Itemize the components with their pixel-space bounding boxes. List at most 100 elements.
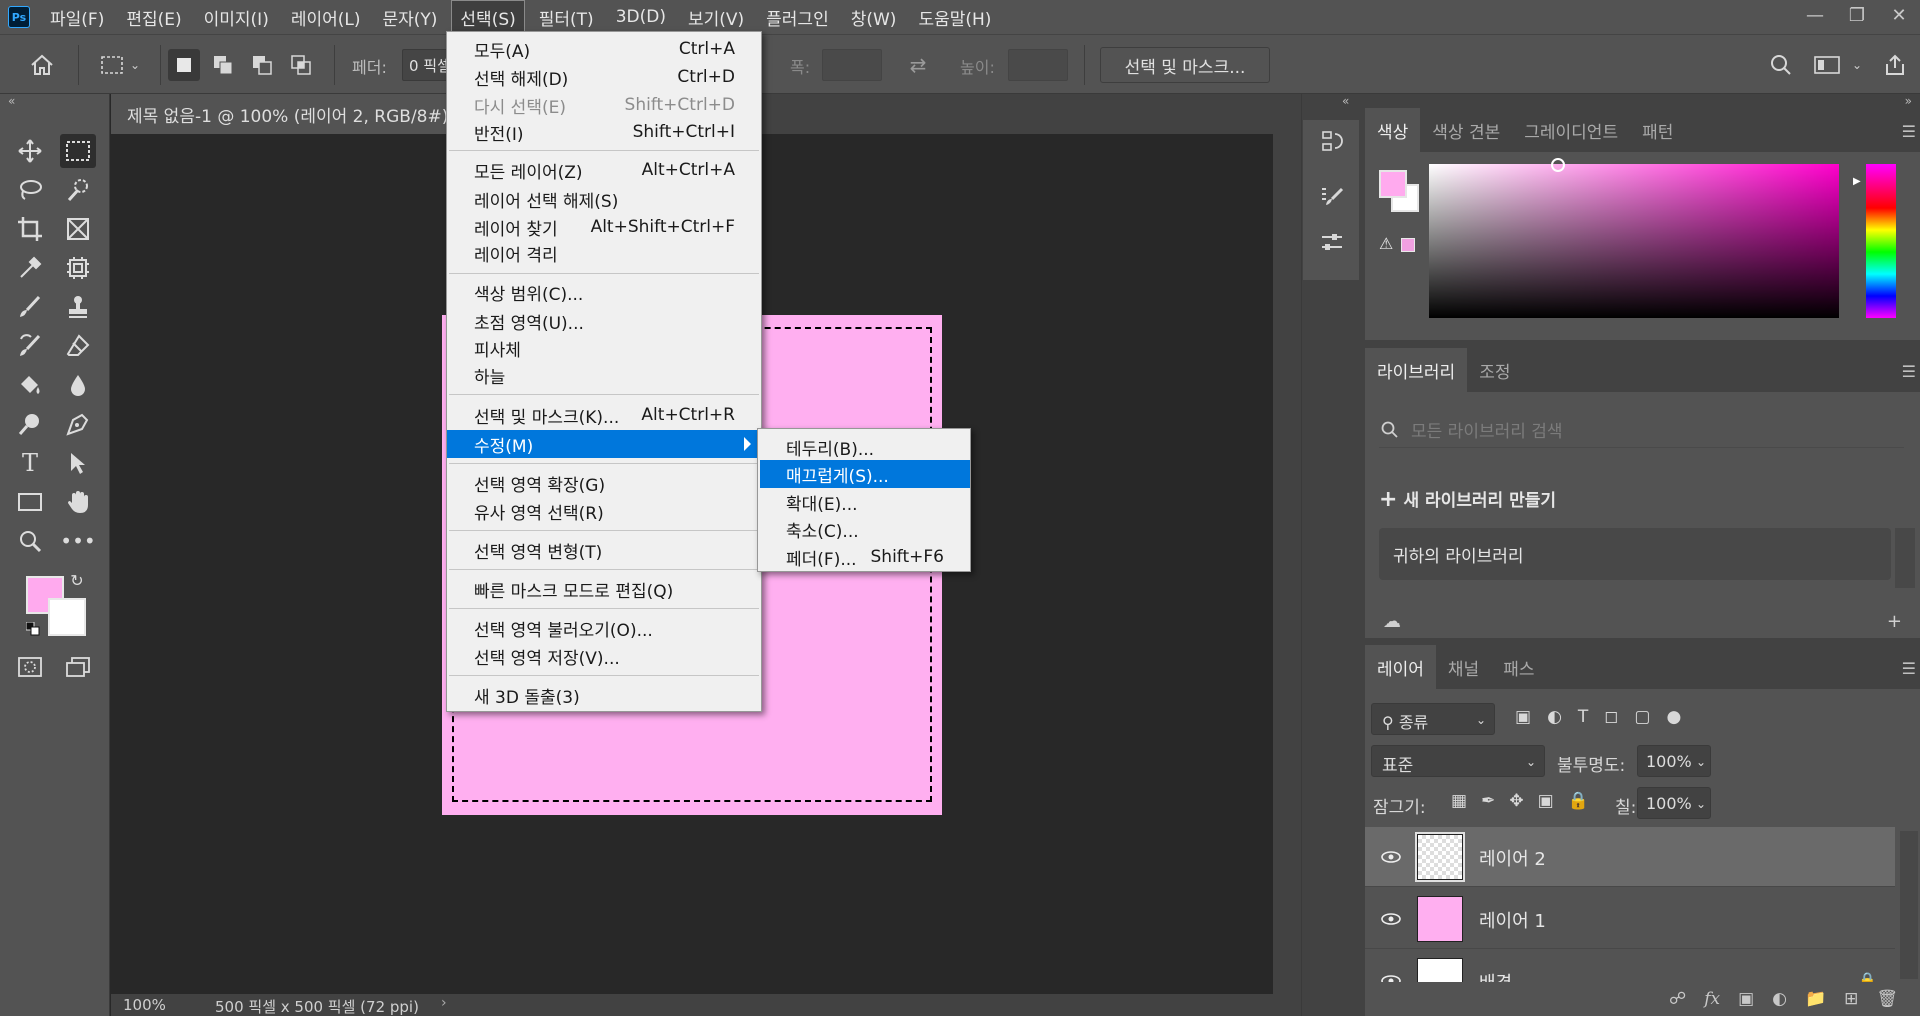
intersect-selection-icon[interactable] [285, 49, 317, 81]
adjustment-layer-icon[interactable]: ◐ [1772, 989, 1787, 1009]
color-foreground-swatch[interactable] [1379, 170, 1407, 198]
hue-marker-icon[interactable]: ▶ [1853, 176, 1861, 187]
layer-row[interactable]: 배경 🔒 [1365, 951, 1895, 983]
color-picker-field[interactable] [1429, 158, 1839, 318]
menu-item-all[interactable]: 모두(A) Ctrl+A [447, 35, 761, 63]
menu-file[interactable]: 파일(F) [42, 1, 112, 34]
brush-settings-panel-icon[interactable] [1317, 182, 1347, 212]
menu-item-sky[interactable]: 하늘 [447, 361, 761, 389]
filter-adjustment-icon[interactable]: ◐ [1547, 707, 1562, 727]
menu-item-deselect-layers[interactable]: 레이어 선택 해제(S) [447, 185, 761, 213]
fill-input[interactable]: 100% ⌄ [1637, 787, 1711, 819]
zoom-level[interactable]: 100% [123, 996, 166, 1014]
layers-scrollbar[interactable] [1900, 831, 1918, 979]
lock-position-icon[interactable]: ✥ [1509, 791, 1523, 811]
tab-patterns[interactable]: 패턴 [1630, 108, 1685, 152]
menu-item-reselect[interactable]: 다시 선택(E) Shift+Ctrl+D [447, 91, 761, 119]
rect-marquee-tool-icon[interactable] [60, 134, 96, 168]
swap-colors-icon[interactable]: ↻ [66, 570, 88, 590]
menu-item-transform-selection[interactable]: 선택 영역 변형(T) [447, 536, 761, 564]
menu-item-focus-area[interactable]: 초점 영역(U)... [447, 307, 761, 335]
fx-icon[interactable]: fx [1704, 989, 1720, 1009]
menu-item-select-and-mask[interactable]: 선택 및 마스크(K)... Alt+Ctrl+R [447, 401, 761, 429]
layer-filter-dropdown[interactable]: ⚲ 종류 ⌄ [1371, 703, 1495, 735]
submenu-item-feather[interactable]: 페더(F)... Shift+F6 [758, 543, 970, 571]
menu-select[interactable]: 선택(S) [451, 0, 525, 35]
hand-tool-icon[interactable] [60, 485, 96, 519]
filter-shape-icon[interactable]: ◻ [1604, 707, 1618, 727]
filter-type-icon[interactable]: T [1578, 707, 1588, 727]
group-folder-icon[interactable]: 📁 [1805, 989, 1826, 1009]
gamut-swatch[interactable] [1401, 238, 1415, 252]
paint-bucket-tool-icon[interactable] [12, 368, 48, 402]
dodge-tool-icon[interactable] [12, 407, 48, 441]
menu-image[interactable]: 이미지(I) [196, 1, 277, 34]
menu-item-similar[interactable]: 유사 영역 선택(R) [447, 497, 761, 525]
subtract-from-selection-icon[interactable] [246, 49, 278, 81]
menu-help[interactable]: 도움말(H) [910, 1, 999, 34]
path-selection-tool-icon[interactable] [60, 446, 96, 480]
new-selection-icon[interactable] [168, 49, 200, 81]
tab-libraries[interactable]: 라이브러리 [1365, 348, 1468, 392]
background-color-swatch[interactable] [48, 598, 86, 636]
default-colors-icon[interactable] [24, 620, 42, 638]
screen-mode-icon[interactable] [60, 650, 96, 684]
blend-mode-dropdown[interactable]: 표준 ⌄ [1371, 745, 1545, 777]
eye-icon[interactable] [1379, 909, 1403, 929]
create-library-button[interactable]: + 새 라이브러리 만들기 [1379, 486, 1556, 512]
width-input[interactable] [822, 49, 882, 81]
crop-tool-icon[interactable] [12, 212, 48, 246]
filter-toggle-icon[interactable]: ● [1666, 707, 1681, 727]
menu-item-all-layers[interactable]: 모든 레이어(Z) Alt+Ctrl+A [447, 156, 761, 184]
menu-item-modify[interactable]: 수정(M) [447, 430, 761, 458]
tab-paths[interactable]: 패스 [1491, 645, 1546, 689]
menu-item-inverse[interactable]: 반전(I) Shift+Ctrl+I [447, 118, 761, 146]
tab-swatches[interactable]: 색상 견본 [1420, 108, 1512, 152]
expand-panels-icon[interactable]: « [1342, 94, 1349, 108]
frame-border-tool-icon[interactable] [60, 251, 96, 285]
lock-all-icon[interactable]: 🔒 [1568, 791, 1589, 811]
marquee-preset-icon[interactable] [92, 47, 132, 83]
menu-filter[interactable]: 필터(T) [531, 1, 602, 34]
picker-cursor[interactable] [1551, 158, 1565, 172]
height-input[interactable] [1008, 49, 1068, 81]
menu-plugins[interactable]: 플러그인 [758, 1, 837, 34]
minimize-icon[interactable]: — [1794, 0, 1836, 30]
restore-icon[interactable]: ❐ [1836, 0, 1878, 30]
lock-transparent-icon[interactable]: ▦ [1451, 791, 1467, 811]
collapse-right-panels-icon[interactable]: » [1905, 94, 1912, 108]
menu-item-save-selection[interactable]: 선택 영역 저장(V)... [447, 642, 761, 670]
menu-type[interactable]: 문자(Y) [374, 1, 445, 34]
add-to-selection-icon[interactable] [207, 49, 239, 81]
canvas-scrollbar[interactable] [1273, 134, 1301, 994]
layer-row[interactable]: 레이어 1 [1365, 889, 1895, 949]
tab-color[interactable]: 색상 [1365, 108, 1421, 152]
lasso-tool-icon[interactable] [12, 173, 48, 207]
properties-panel-icon[interactable] [1317, 228, 1347, 258]
eraser-tool-icon[interactable] [60, 329, 96, 363]
library-search-field[interactable]: 모든 라이브러리 검색 [1379, 412, 1904, 448]
filter-smart-object-icon[interactable]: ▢ [1634, 707, 1650, 727]
add-mask-icon[interactable]: ▣ [1738, 989, 1754, 1009]
stamp-tool-icon[interactable] [60, 290, 96, 324]
document-tab[interactable]: 제목 없음-1 @ 100% (레이어 2, RGB/8#) [111, 94, 465, 134]
rectangle-tool-icon[interactable] [12, 485, 48, 519]
swap-arrows-icon[interactable]: ⇄ [900, 47, 936, 83]
menu-item-color-range[interactable]: 색상 범위(C)... [447, 278, 761, 306]
history-brush-tool-icon[interactable] [12, 329, 48, 363]
select-and-mask-button[interactable]: 선택 및 마스크... [1100, 47, 1270, 83]
submenu-item-contract[interactable]: 축소(C)... [758, 515, 970, 543]
eye-icon[interactable] [1379, 847, 1403, 867]
frame-tool-icon[interactable] [60, 212, 96, 246]
type-tool-icon[interactable]: T [12, 446, 48, 480]
move-tool-icon[interactable] [12, 134, 48, 168]
quick-selection-tool-icon[interactable] [60, 173, 96, 207]
chevron-right-icon[interactable]: › [441, 995, 447, 1011]
filter-pixel-icon[interactable]: ▣ [1515, 707, 1531, 727]
menu-item-new-3d-extrusion[interactable]: 새 3D 돌출(3) [447, 681, 761, 709]
tab-channels[interactable]: 채널 [1436, 645, 1491, 689]
workspace-icon[interactable] [1810, 47, 1844, 83]
menu-window[interactable]: 창(W) [843, 1, 905, 34]
menu-item-deselect[interactable]: 선택 해제(D) Ctrl+D [447, 63, 761, 91]
lock-pixels-icon[interactable]: ✒ [1481, 791, 1495, 811]
